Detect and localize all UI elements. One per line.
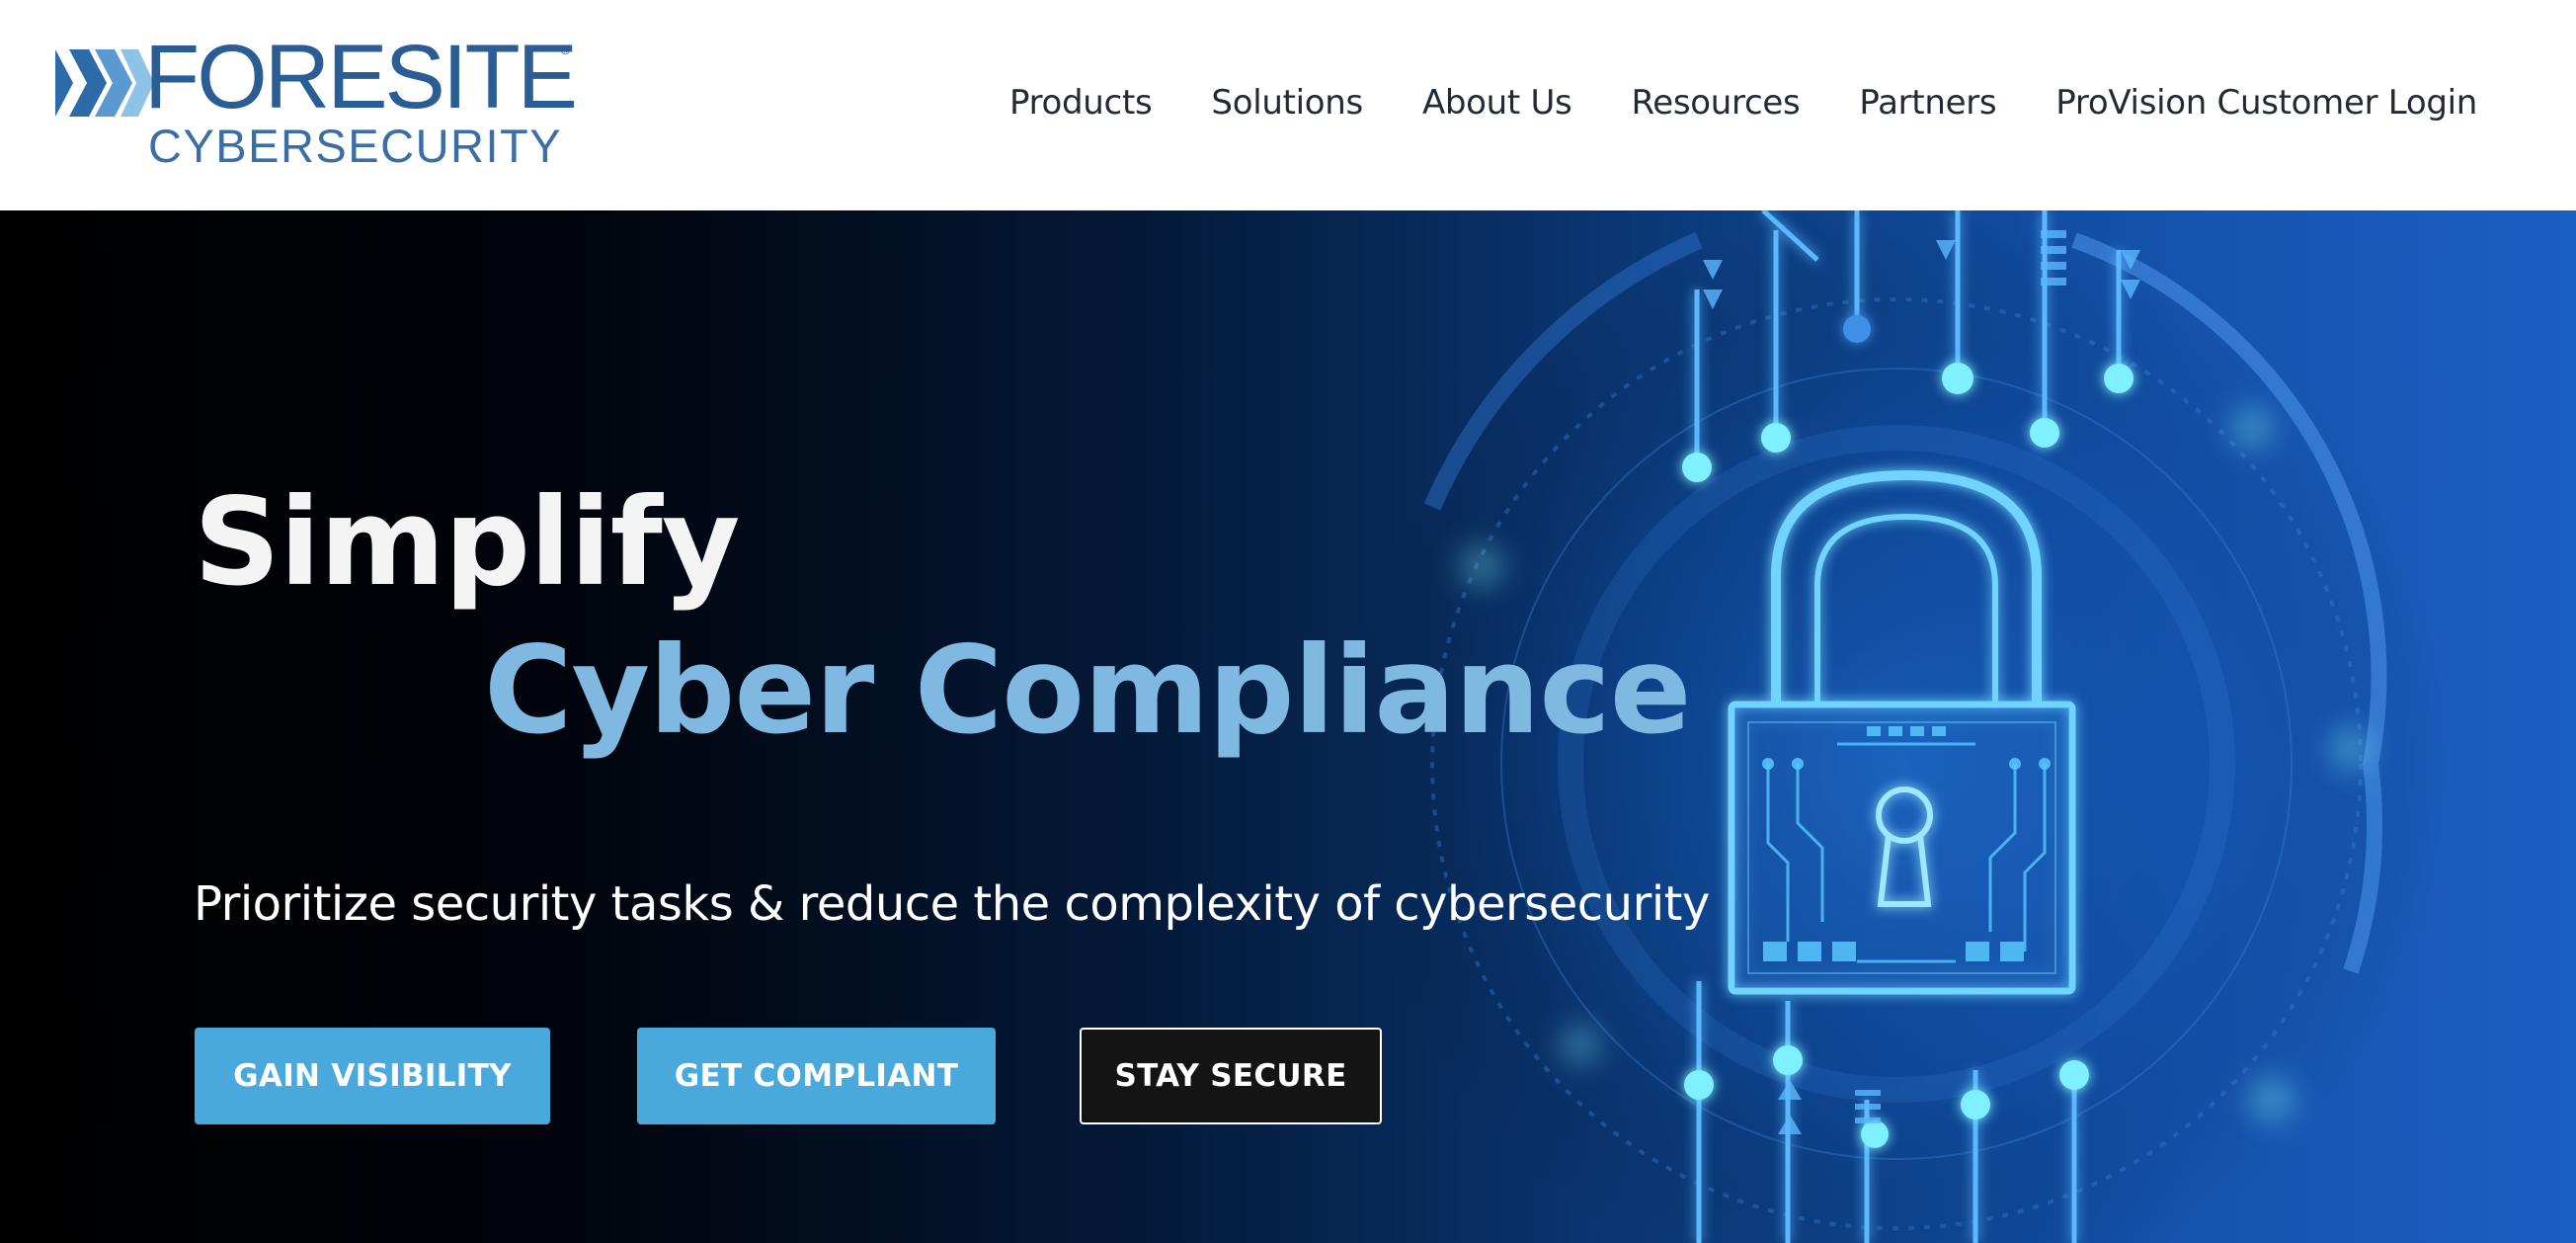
nav-item-resources[interactable]: Resources bbox=[1631, 83, 1800, 123]
get-compliant-button[interactable]: GET COMPLIANT bbox=[637, 1028, 996, 1124]
hero-title-cyber-compliance: Cyber Compliance bbox=[484, 621, 1691, 761]
site-header: FORESITE ® CYBERSECURITY Products Soluti… bbox=[0, 0, 2576, 210]
registered-mark: ® bbox=[561, 43, 570, 57]
hero-subtitle: Prioritize security tasks & reduce the c… bbox=[194, 876, 1710, 932]
nav-item-solutions[interactable]: Solutions bbox=[1211, 83, 1363, 123]
chevrons-logo-icon bbox=[55, 49, 154, 117]
logo-wordmark: FORESITE bbox=[144, 27, 578, 127]
hero-banner: Simplify Cyber Compliance Prioritize sec… bbox=[0, 210, 2576, 1243]
nav-item-partners[interactable]: Partners bbox=[1859, 83, 1996, 123]
nav-item-about-us[interactable]: About Us bbox=[1422, 83, 1572, 123]
hero-title-simplify: Simplify bbox=[194, 472, 740, 613]
nav-item-products[interactable]: Products bbox=[1009, 83, 1153, 123]
foresite-logo[interactable]: FORESITE ® CYBERSECURITY bbox=[55, 32, 579, 172]
nav-item-customer-login[interactable]: ProVision Customer Login bbox=[2055, 83, 2477, 123]
main-navigation: Products Solutions About Us Resources Pa… bbox=[950, 81, 2477, 124]
gain-visibility-button[interactable]: GAIN VISIBILITY bbox=[195, 1028, 550, 1124]
logo-tagline: CYBERSECURITY bbox=[148, 120, 563, 172]
stay-secure-button[interactable]: STAY SECURE bbox=[1080, 1028, 1382, 1124]
